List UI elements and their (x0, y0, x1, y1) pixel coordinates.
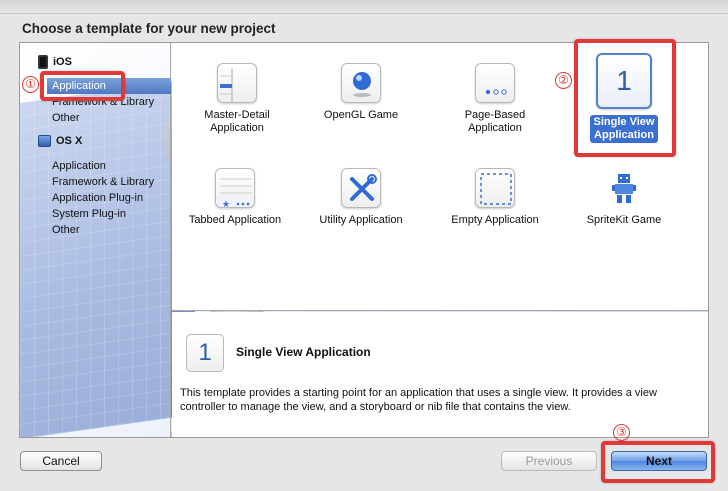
template-label: OpenGL Game (323, 109, 399, 121)
page-dots-icon (475, 63, 515, 103)
template-label: Application (468, 122, 522, 134)
opengl-sphere-icon (341, 63, 381, 103)
cancel-button[interactable]: Cancel (20, 451, 102, 471)
sidebar-group-ios: iOS (38, 55, 72, 69)
template-label: Tabbed Application (188, 214, 282, 226)
svg-text:★: ★ (222, 200, 230, 208)
template-page-based[interactable]: Page-Based Application (440, 63, 550, 135)
window-titlebar (0, 0, 728, 14)
template-label: Master-Detail (204, 109, 270, 121)
template-master-detail[interactable]: Master-Detail Application (182, 63, 292, 135)
annotation-number-1: ① (22, 76, 39, 93)
annotation-box-1 (40, 71, 125, 101)
single-view-icon: 1 (186, 334, 224, 372)
template-empty[interactable]: Empty Application (440, 168, 550, 227)
empty-dashed-icon (475, 168, 515, 208)
annotation-number-2: ② (555, 72, 572, 89)
annotation-box-3 (601, 441, 715, 483)
sidebar-item-ios-other[interactable]: Other (52, 110, 80, 126)
tools-icon (341, 168, 381, 208)
sidebar-item-osx-application[interactable]: Application (52, 158, 106, 174)
sidebar-item-osx-application-plugin[interactable]: Application Plug-in (52, 190, 143, 206)
annotation-number-3: ③ (613, 424, 630, 441)
template-utility[interactable]: Utility Application (306, 168, 416, 227)
template-category-sidebar: iOS Application Framework & Library Othe… (20, 43, 171, 437)
template-tabbed[interactable]: ★ Tabbed Application (180, 168, 290, 227)
dialog-title: Choose a template for your new project (22, 21, 276, 36)
sidebar-group-label: iOS (53, 56, 72, 68)
mac-app-icon (38, 135, 51, 147)
template-label: Utility Application (319, 214, 403, 226)
template-label: Empty Application (451, 214, 539, 226)
template-opengl-game[interactable]: OpenGL Game (306, 63, 416, 122)
sidebar-item-osx-framework-library[interactable]: Framework & Library (52, 174, 154, 190)
template-description-panel: 1 Single View Application This template … (172, 312, 708, 437)
template-label: Page-Based (464, 109, 526, 121)
sidebar-item-osx-system-plugin[interactable]: System Plug-in (52, 206, 126, 222)
template-label: SpriteKit Game (586, 214, 662, 226)
iphone-icon (38, 55, 48, 69)
template-spritekit-game[interactable]: SpriteKit Game (569, 168, 679, 227)
sidebar-group-osx: OS X (38, 135, 82, 147)
template-label: Application (210, 122, 264, 134)
sidebar-item-osx-other[interactable]: Other (52, 222, 80, 238)
annotation-box-2 (574, 39, 676, 157)
sprite-robot-icon (604, 168, 644, 208)
description-title: Single View Application (236, 345, 371, 359)
tabbed-icon: ★ (215, 168, 255, 208)
master-detail-icon (217, 63, 257, 103)
sidebar-group-label: OS X (56, 135, 83, 147)
description-text: This template provides a starting point … (180, 387, 657, 413)
previous-button[interactable]: Previous (501, 451, 597, 471)
